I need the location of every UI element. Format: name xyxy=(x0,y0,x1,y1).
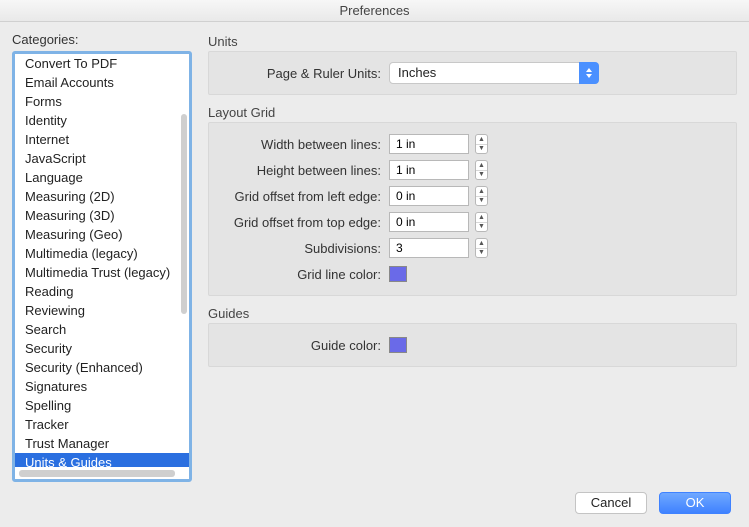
list-item[interactable]: Security xyxy=(15,339,189,358)
guide-color-swatch[interactable] xyxy=(389,337,407,353)
list-item[interactable]: Reviewing xyxy=(15,301,189,320)
list-item[interactable]: Search xyxy=(15,320,189,339)
height-between-lines-input[interactable] xyxy=(389,160,469,180)
subdivisions-label: Subdivisions: xyxy=(219,241,389,256)
stepper-up-icon[interactable]: ▲ xyxy=(476,239,487,248)
ok-button[interactable]: OK xyxy=(659,492,731,514)
stepper-up-icon[interactable]: ▲ xyxy=(476,161,487,170)
list-item[interactable]: Signatures xyxy=(15,377,189,396)
list-item[interactable]: Forms xyxy=(15,92,189,111)
list-item[interactable]: Trust Manager xyxy=(15,434,189,453)
scrollbar-vertical[interactable] xyxy=(181,114,187,314)
width-between-lines-input[interactable] xyxy=(389,134,469,154)
stepper-down-icon[interactable]: ▼ xyxy=(476,248,487,258)
list-item[interactable]: Security (Enhanced) xyxy=(15,358,189,377)
stepper-up-icon[interactable]: ▲ xyxy=(476,213,487,222)
list-item[interactable]: Internet xyxy=(15,130,189,149)
list-item[interactable]: Email Accounts xyxy=(15,73,189,92)
guides-section-title: Guides xyxy=(208,304,737,323)
list-item[interactable]: Reading xyxy=(15,282,189,301)
list-item[interactable]: Measuring (2D) xyxy=(15,187,189,206)
list-item[interactable]: Multimedia Trust (legacy) xyxy=(15,263,189,282)
page-ruler-units-select[interactable]: Inches xyxy=(389,62,599,84)
subdivisions-stepper[interactable]: ▲ ▼ xyxy=(475,238,488,258)
list-item[interactable]: JavaScript xyxy=(15,149,189,168)
grid-line-color-swatch[interactable] xyxy=(389,266,407,282)
offset-left-label: Grid offset from left edge: xyxy=(219,189,389,204)
page-ruler-units-value[interactable]: Inches xyxy=(389,62,599,84)
list-item[interactable]: Multimedia (legacy) xyxy=(15,244,189,263)
list-item[interactable]: Measuring (Geo) xyxy=(15,225,189,244)
stepper-down-icon[interactable]: ▼ xyxy=(476,196,487,206)
offset-top-input[interactable] xyxy=(389,212,469,232)
stepper-down-icon[interactable]: ▼ xyxy=(476,222,487,232)
stepper-down-icon[interactable]: ▼ xyxy=(476,170,487,180)
stepper-up-icon[interactable]: ▲ xyxy=(476,135,487,144)
list-item[interactable]: Convert To PDF xyxy=(15,54,189,73)
subdivisions-input[interactable] xyxy=(389,238,469,258)
height-between-lines-label: Height between lines: xyxy=(219,163,389,178)
categories-label: Categories: xyxy=(12,32,192,47)
guide-color-label: Guide color: xyxy=(219,338,389,353)
list-item[interactable]: Measuring (3D) xyxy=(15,206,189,225)
list-item[interactable]: Tracker xyxy=(15,415,189,434)
height-stepper[interactable]: ▲ ▼ xyxy=(475,160,488,180)
list-item[interactable]: Language xyxy=(15,168,189,187)
width-stepper[interactable]: ▲ ▼ xyxy=(475,134,488,154)
offset-left-stepper[interactable]: ▲ ▼ xyxy=(475,186,488,206)
cancel-button[interactable]: Cancel xyxy=(575,492,647,514)
categories-listbox[interactable]: Convert To PDFEmail AccountsFormsIdentit… xyxy=(12,51,192,482)
units-section-title: Units xyxy=(208,32,737,51)
width-between-lines-label: Width between lines: xyxy=(219,137,389,152)
offset-left-input[interactable] xyxy=(389,186,469,206)
offset-top-stepper[interactable]: ▲ ▼ xyxy=(475,212,488,232)
page-ruler-units-label: Page & Ruler Units: xyxy=(219,66,389,81)
layout-grid-section-title: Layout Grid xyxy=(208,103,737,122)
grid-line-color-label: Grid line color: xyxy=(219,267,389,282)
list-item[interactable]: Identity xyxy=(15,111,189,130)
stepper-up-icon[interactable]: ▲ xyxy=(476,187,487,196)
window-title: Preferences xyxy=(0,0,749,22)
chevron-updown-icon xyxy=(579,62,599,84)
offset-top-label: Grid offset from top edge: xyxy=(219,215,389,230)
list-item[interactable]: Units & Guides xyxy=(15,453,189,467)
scrollbar-horizontal[interactable] xyxy=(19,470,175,477)
stepper-down-icon[interactable]: ▼ xyxy=(476,144,487,154)
list-item[interactable]: Spelling xyxy=(15,396,189,415)
